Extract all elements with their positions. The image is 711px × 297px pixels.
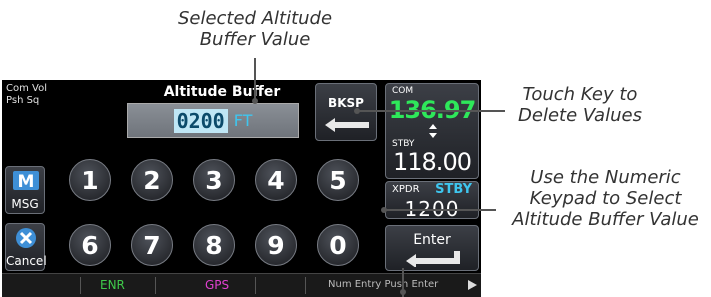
callout-selected-altitude: Selected Altitude Buffer Value bbox=[150, 8, 360, 50]
com-vol-text: Com Vol bbox=[6, 83, 47, 94]
msg-label: MSG bbox=[11, 197, 39, 211]
msg-button[interactable]: M MSG bbox=[5, 166, 45, 214]
status-enr: ENR bbox=[100, 278, 125, 292]
status-hint: Num Entry Push Enter bbox=[328, 279, 439, 290]
xpdr-mode: STBY bbox=[435, 182, 472, 197]
bksp-label: BKSP bbox=[328, 96, 364, 110]
bksp-button[interactable]: BKSP bbox=[315, 83, 377, 141]
altitude-value: 0200 bbox=[173, 108, 228, 133]
status-bar: ENR GPS Num Entry Push Enter bbox=[2, 273, 481, 297]
arrow-left-icon bbox=[325, 118, 369, 132]
leader-dot-bottom bbox=[400, 289, 406, 295]
callout-line: Altitude Buffer Value bbox=[512, 209, 699, 230]
callout-delete-values: Touch Key to Delete Values bbox=[505, 84, 655, 126]
key-8[interactable]: 8 bbox=[193, 224, 235, 266]
message-icon: M bbox=[13, 171, 39, 192]
leader-dot-bksp bbox=[354, 108, 360, 114]
key-7[interactable]: 7 bbox=[131, 224, 173, 266]
key-1[interactable]: 1 bbox=[69, 159, 111, 201]
xpdr-panel[interactable]: XPDR STBY 1200 bbox=[385, 181, 479, 221]
cancel-icon bbox=[16, 228, 36, 248]
page-title: Altitude Buffer bbox=[163, 84, 281, 100]
enter-arrow-icon bbox=[406, 251, 460, 267]
key-4[interactable]: 4 bbox=[255, 159, 297, 201]
status-separator bbox=[305, 277, 306, 294]
com-standby-frequency[interactable]: 118.00 bbox=[386, 148, 478, 176]
enter-label: Enter bbox=[413, 232, 451, 248]
key-2[interactable]: 2 bbox=[131, 159, 173, 201]
device-screen: Com Vol Psh Sq Altitude Buffer 0200 FT B… bbox=[2, 80, 481, 297]
key-0[interactable]: 0 bbox=[317, 224, 359, 266]
com-vol-label[interactable]: Com Vol Psh Sq bbox=[6, 83, 47, 107]
cancel-label: Cancel bbox=[6, 254, 47, 268]
callout-line: Delete Values bbox=[518, 105, 642, 126]
psh-sq-text: Psh Sq bbox=[6, 95, 40, 106]
xpdr-label: XPDR bbox=[392, 184, 420, 195]
callout-line: Buffer Value bbox=[199, 29, 311, 50]
status-gps: GPS bbox=[205, 278, 230, 292]
status-separator bbox=[255, 277, 256, 294]
leader-dot-top bbox=[252, 98, 258, 104]
svg-text:M: M bbox=[18, 172, 35, 192]
com-label: COM bbox=[392, 86, 414, 96]
leader-dot-keypad bbox=[381, 207, 387, 213]
callout-line: Selected Altitude bbox=[177, 8, 333, 29]
status-separator bbox=[155, 277, 156, 294]
callout-line: Touch Key to bbox=[522, 84, 638, 105]
key-9[interactable]: 9 bbox=[255, 224, 297, 266]
leader-line-bksp bbox=[357, 110, 505, 112]
swap-arrows-icon[interactable] bbox=[428, 124, 438, 138]
altitude-value-field: 0200 FT bbox=[127, 103, 299, 138]
leader-line-keypad bbox=[384, 209, 496, 211]
right-arrow-icon bbox=[468, 280, 477, 290]
callout-line: Use the Numeric bbox=[530, 167, 681, 188]
leader-line-top bbox=[254, 58, 256, 101]
com-frequency-panel[interactable]: COM 136.97 STBY 118.00 bbox=[385, 83, 479, 179]
callout-numeric-keypad: Use the Numeric Keypad to Select Altitud… bbox=[500, 167, 711, 230]
key-3[interactable]: 3 bbox=[193, 159, 235, 201]
key-6[interactable]: 6 bbox=[69, 224, 111, 266]
key-5[interactable]: 5 bbox=[317, 159, 359, 201]
status-separator bbox=[80, 277, 81, 294]
callout-line: Keypad to Select bbox=[529, 188, 682, 209]
cancel-button[interactable]: Cancel bbox=[5, 223, 47, 271]
enter-button[interactable]: Enter bbox=[385, 225, 479, 271]
altitude-unit: FT bbox=[233, 111, 253, 130]
